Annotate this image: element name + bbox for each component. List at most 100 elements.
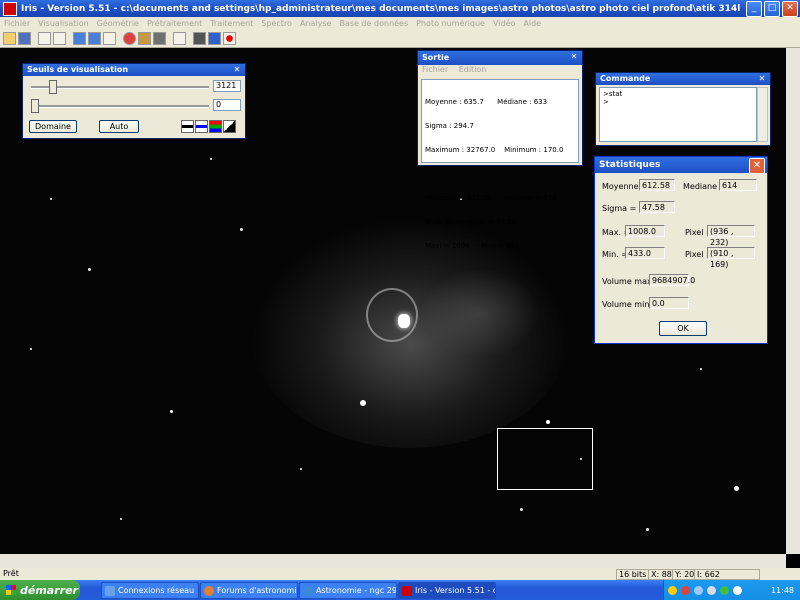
clock: 11:48 xyxy=(770,585,794,595)
nebula-filament xyxy=(420,268,540,358)
maximize-button[interactable]: □ xyxy=(764,1,780,17)
menu-analyse[interactable]: Analyse xyxy=(300,19,332,28)
menu-geometrie[interactable]: Géométrie xyxy=(97,19,139,28)
commande-titlebar: Commande ✕ xyxy=(596,73,770,85)
domaine-button[interactable]: Domaine xyxy=(29,120,77,133)
start-label: démarrer xyxy=(20,583,78,597)
selection-rectangle[interactable] xyxy=(497,428,593,490)
sortie-line: Maxi = 1008 - Mini = 433 xyxy=(425,242,520,250)
grid-icon[interactable] xyxy=(138,32,151,45)
update-icon[interactable] xyxy=(733,585,742,595)
star xyxy=(734,486,739,491)
zoom-out-icon[interactable] xyxy=(88,32,101,45)
vertical-scrollbar[interactable] xyxy=(786,48,800,554)
horizontal-scrollbar[interactable] xyxy=(0,554,786,568)
redo-icon[interactable] xyxy=(53,32,66,45)
low-threshold-field[interactable]: 0 xyxy=(213,99,241,111)
commande-input-area[interactable]: >stat > xyxy=(599,87,757,142)
high-threshold-slider[interactable] xyxy=(31,86,209,89)
statistiques-dialog: Statistiques ✕ Moyenne = 612.58 Mediane … xyxy=(594,156,768,344)
zoom-1x-icon[interactable] xyxy=(103,32,116,45)
undo-icon[interactable] xyxy=(38,32,51,45)
sortie-line: Bruit (écart-type) = 47.58 xyxy=(425,218,517,226)
auto-button[interactable]: Auto xyxy=(99,120,139,133)
palette-blue-icon[interactable] xyxy=(195,120,208,133)
menu-video[interactable]: Vidéo xyxy=(493,19,515,28)
seuils-close-icon[interactable]: ✕ xyxy=(232,65,242,75)
network-tray-icon[interactable] xyxy=(694,585,703,595)
firefox-icon xyxy=(204,585,214,596)
sortie-menu-fichier[interactable]: Fichier xyxy=(422,65,448,74)
star xyxy=(210,158,212,160)
commande-scrollbar[interactable] xyxy=(757,87,768,142)
commande-close-icon[interactable]: ✕ xyxy=(757,74,767,84)
menu-fichier[interactable]: Fichier xyxy=(4,19,30,28)
record-icon[interactable] xyxy=(223,32,236,45)
palette-black-icon[interactable] xyxy=(181,120,194,133)
list-icon[interactable] xyxy=(173,32,186,45)
sortie-close-icon[interactable]: ✕ xyxy=(569,52,579,62)
sortie-line: Sigma : 294.7 xyxy=(425,122,474,130)
zoom-in-icon[interactable] xyxy=(73,32,86,45)
toolbar xyxy=(0,30,800,48)
task-forums-astronomie[interactable]: Forums d'astronomie ... xyxy=(200,582,298,599)
star xyxy=(360,400,366,406)
sortie-menu-edition[interactable]: Edition xyxy=(459,65,487,74)
taskbar: démarrer Connexions réseau Forums d'astr… xyxy=(0,580,800,600)
task-connexions-reseau[interactable]: Connexions réseau xyxy=(101,582,199,599)
palette-gradient-icon[interactable] xyxy=(223,120,236,133)
ok-button[interactable]: OK xyxy=(659,321,707,336)
star xyxy=(520,508,523,511)
commande-window: Commande ✕ >stat > xyxy=(595,72,771,146)
volume-max-value: 9684907.0 xyxy=(649,274,695,286)
move-icon[interactable] xyxy=(208,32,221,45)
menu-pretraitement[interactable]: Prétraitement xyxy=(147,19,202,28)
palette-icon[interactable] xyxy=(153,32,166,45)
high-slider-thumb[interactable] xyxy=(49,80,57,94)
stop-icon[interactable] xyxy=(123,32,136,45)
task-astronomie[interactable]: Astronomie - ngc 290... xyxy=(299,582,397,599)
task-label: Iris - Version 5.51 - c:... xyxy=(415,586,495,595)
iris-icon xyxy=(402,585,412,596)
sortie-line xyxy=(425,170,575,178)
commande-title: Commande xyxy=(600,74,651,83)
menu-base-de-donnees[interactable]: Base de données xyxy=(339,19,408,28)
sortie-line: Maximum : 32767.0 Minimum : 170.0 xyxy=(425,146,564,154)
sortie-text-area[interactable]: Moyenne : 635.7 Médiane : 633 Sigma : 29… xyxy=(421,79,579,250)
bubble-nebula xyxy=(366,288,418,342)
sortie-window: Sortie ✕ Fichier Edition Moyenne : 635.7… xyxy=(417,50,583,250)
menu-traitement[interactable]: Traitement xyxy=(210,19,253,28)
moyenne-value: 612.58 xyxy=(639,179,675,191)
menu-aide[interactable]: Aide xyxy=(523,19,541,28)
pixel-max-value: (936 , 232) xyxy=(707,225,755,247)
system-tray: 11:48 xyxy=(663,580,800,600)
menu-spectro[interactable]: Spectro xyxy=(261,19,292,28)
security-icon[interactable] xyxy=(720,585,729,595)
sortie-menu: Fichier Edition xyxy=(418,65,582,76)
statistiques-close-icon[interactable]: ✕ xyxy=(749,158,765,174)
minimize-button[interactable]: _ xyxy=(746,1,762,17)
iris-app-icon[interactable] xyxy=(3,1,17,16)
sortie-title: Sortie xyxy=(422,53,450,62)
shield-icon[interactable] xyxy=(668,585,677,595)
start-button[interactable]: démarrer xyxy=(0,580,80,600)
menu-visualisation[interactable]: Visualisation xyxy=(38,19,89,28)
palette-rainbow-icon[interactable] xyxy=(209,120,222,133)
menu-photo-numerique[interactable]: Photo numérique xyxy=(416,19,485,28)
open-icon[interactable] xyxy=(3,32,16,45)
task-iris[interactable]: Iris - Version 5.51 - c:... xyxy=(398,582,496,599)
star xyxy=(120,518,122,520)
status-i: I: 662 xyxy=(694,569,760,580)
low-slider-thumb[interactable] xyxy=(31,99,39,113)
task-label: Connexions réseau xyxy=(118,586,195,595)
antivirus-icon[interactable] xyxy=(681,585,690,595)
low-threshold-slider[interactable] xyxy=(31,105,209,108)
sigma-label: Sigma = xyxy=(602,204,637,213)
close-button[interactable]: ✕ xyxy=(782,1,798,17)
save-icon[interactable] xyxy=(18,32,31,45)
camera-icon[interactable] xyxy=(193,32,206,45)
volume-icon[interactable] xyxy=(707,585,716,595)
high-threshold-field[interactable]: 3121 xyxy=(213,80,241,92)
status-ready: Prêt xyxy=(3,569,19,578)
sortie-line: Moyenne : 635.7 Médiane : 633 xyxy=(425,98,548,106)
